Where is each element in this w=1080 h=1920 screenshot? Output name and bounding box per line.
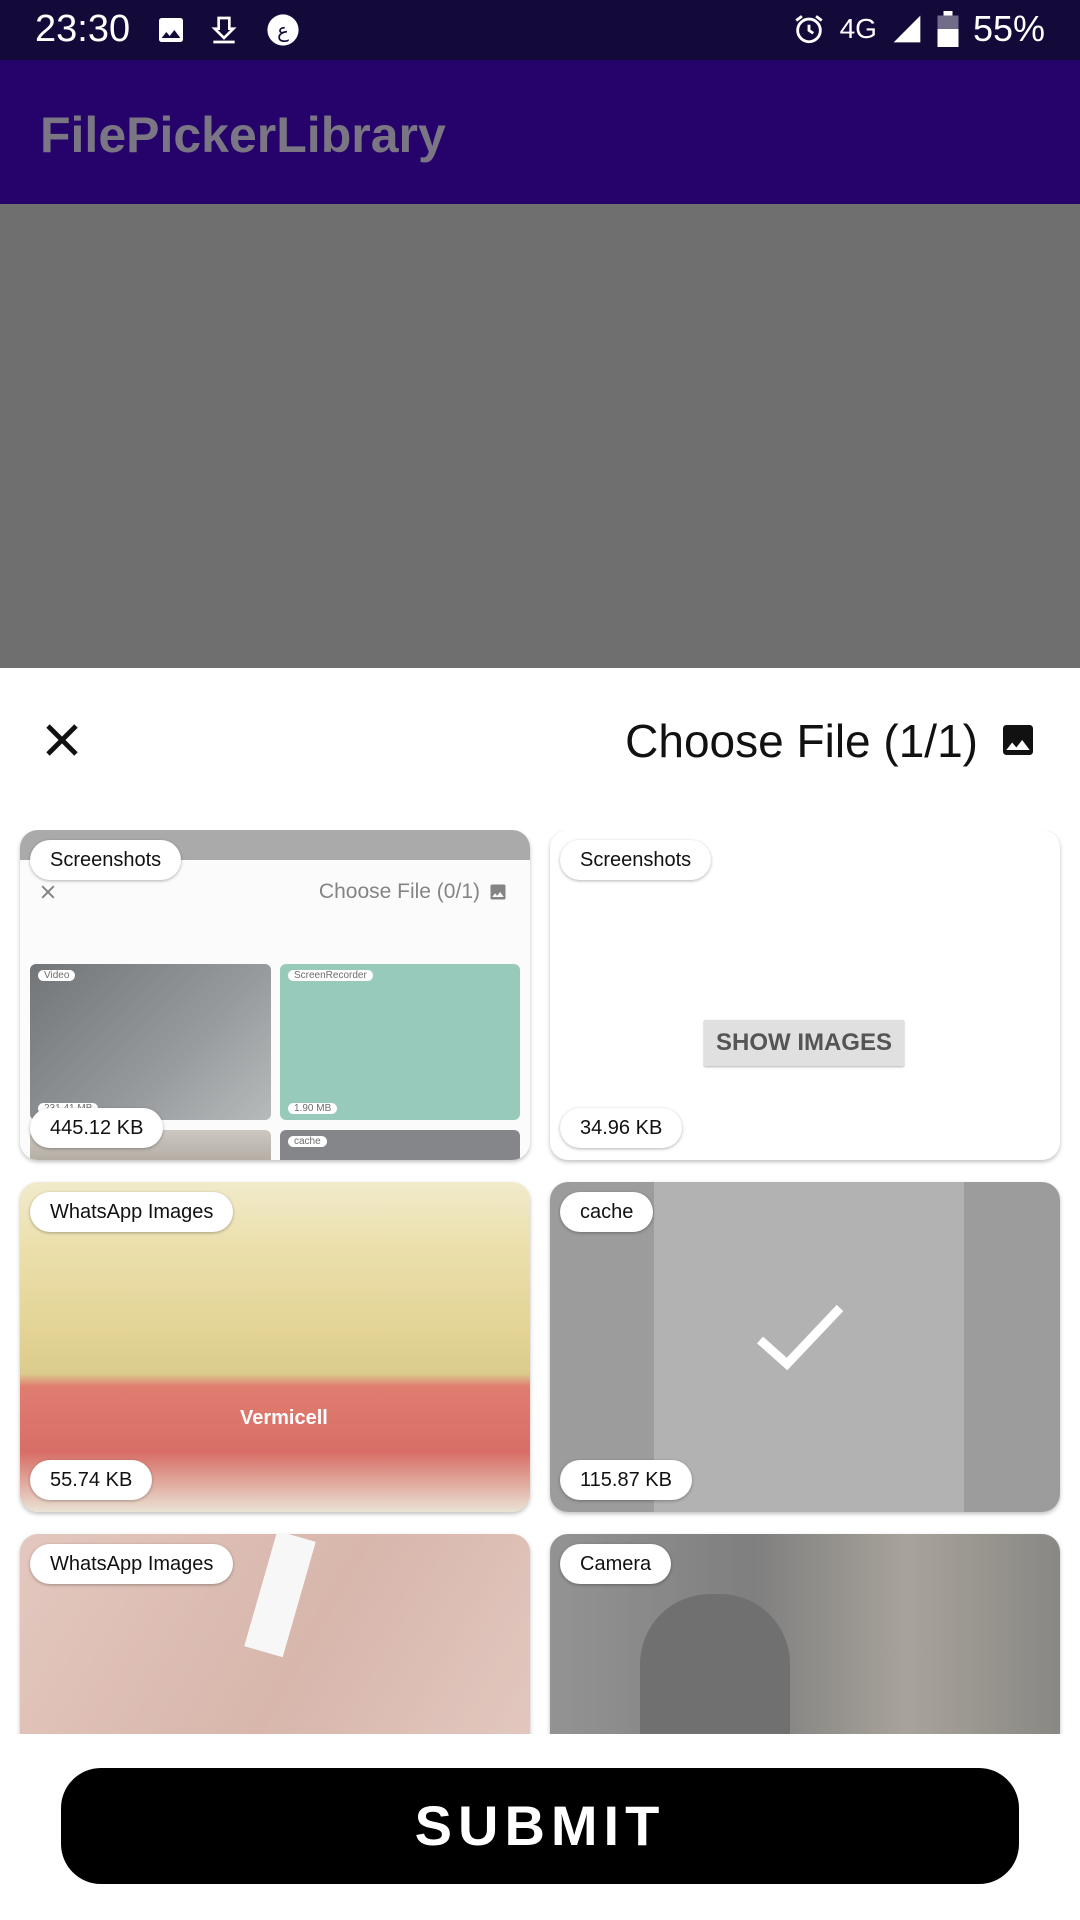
file-card[interactable]: Choose File (0/1) Video 231.41 MB Screen…	[20, 830, 530, 1160]
status-bar: 23:30 ع 4G 55%	[0, 0, 1080, 60]
battery-icon	[937, 11, 959, 47]
file-card[interactable]: Camera	[550, 1534, 1060, 1734]
file-card[interactable]: Screenshots SHOW IMAGES 34.96 KB	[550, 830, 1060, 1160]
size-chip: 115.87 KB	[560, 1460, 692, 1500]
battery-percent: 55%	[972, 8, 1045, 49]
signal-icon	[893, 15, 921, 43]
folder-chip: WhatsApp Images	[30, 1192, 234, 1232]
network-type: 4G	[839, 13, 877, 44]
app-notification-icon: ع	[267, 14, 299, 46]
close-icon[interactable]	[38, 716, 86, 764]
size-chip: 34.96 KB	[560, 1108, 683, 1148]
scrim[interactable]	[0, 204, 1080, 668]
folder-chip: Screenshots	[560, 840, 712, 880]
svg-text:ع: ع	[277, 19, 289, 42]
show-images-button[interactable]: SHOW IMAGES	[704, 1020, 904, 1066]
sheet-title: Choose File (1/1)	[625, 715, 978, 767]
file-grid[interactable]: Choose File (0/1) Video 231.41 MB Screen…	[0, 830, 1080, 1734]
submit-button[interactable]: SUBMIT	[61, 1768, 1019, 1884]
status-right: 4G 55%	[792, 8, 1045, 50]
download-icon	[211, 16, 237, 44]
image-icon	[159, 18, 183, 42]
file-card[interactable]: WhatsApp Images	[20, 1534, 530, 1734]
checkmark-icon	[757, 1304, 844, 1371]
image-icon	[1003, 725, 1033, 755]
alarm-icon	[794, 15, 823, 44]
size-chip: 55.74 KB	[30, 1460, 153, 1500]
file-card-selected[interactable]: cache 115.87 KB	[550, 1182, 1060, 1512]
folder-chip: WhatsApp Images	[30, 1544, 234, 1584]
folder-chip: cache	[560, 1192, 654, 1232]
status-time: 23:30	[35, 8, 131, 50]
app-title: FilePickerLibrary	[40, 107, 446, 163]
folder-chip: Camera	[560, 1544, 672, 1584]
file-picker-sheet: Choose File (1/1) Choose File (0/1) Vide…	[0, 668, 1080, 1920]
size-chip: 445.12 KB	[30, 1108, 164, 1148]
folder-chip: Screenshots	[30, 840, 182, 880]
app-bar: FilePickerLibrary	[0, 60, 1080, 204]
file-card[interactable]: Vermicell WhatsApp Images 55.74 KB	[20, 1182, 530, 1512]
